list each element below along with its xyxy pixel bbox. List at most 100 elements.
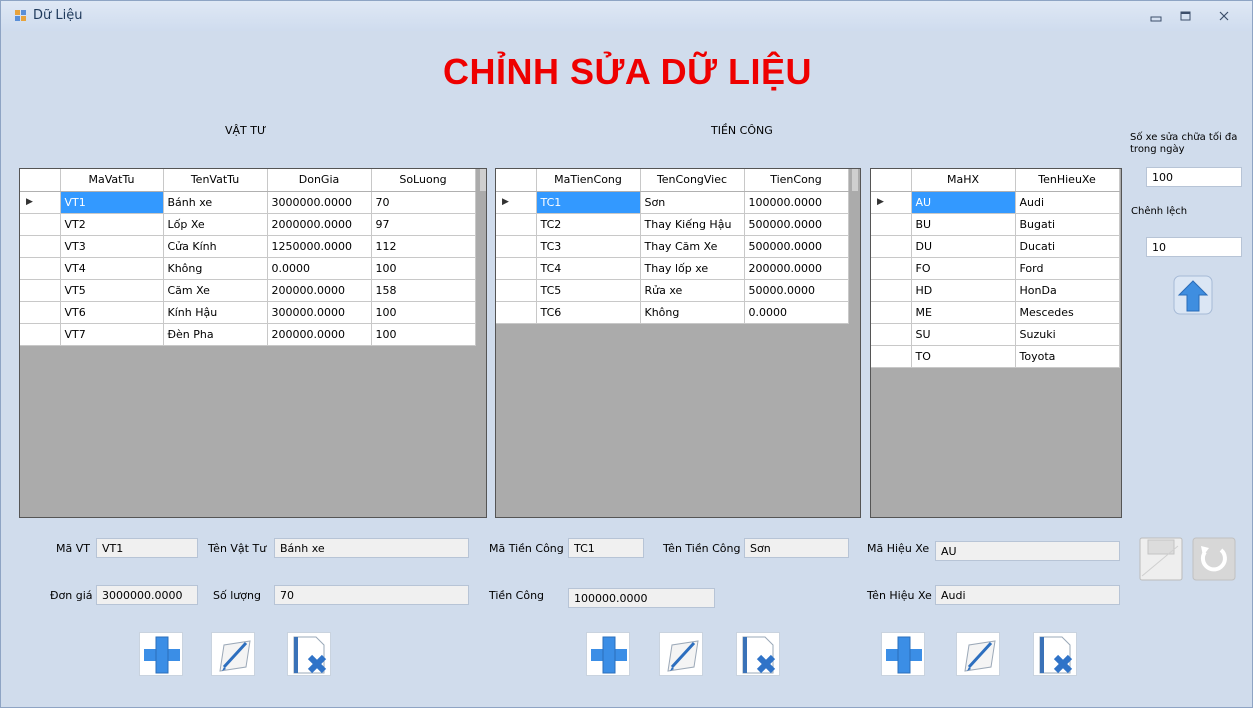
table-cell[interactable]: 0.0000 xyxy=(744,301,849,324)
column-header[interactable]: MaTienCong xyxy=(536,169,641,192)
row-header[interactable] xyxy=(496,301,537,324)
table-cell[interactable]: 200000.0000 xyxy=(267,323,372,346)
minimize-button[interactable] xyxy=(1145,6,1167,26)
table-cell[interactable]: Thay lốp xe xyxy=(640,257,745,280)
don-gia-field[interactable] xyxy=(96,585,198,605)
difference-field[interactable] xyxy=(1146,237,1242,257)
column-header[interactable]: TienCong xyxy=(744,169,849,192)
row-header[interactable]: ▶ xyxy=(20,191,61,214)
row-header[interactable] xyxy=(496,213,537,236)
tiencong-grid[interactable]: MaTienCong TenCongViec TienCong ▶ TC1 Sơn 1… xyxy=(495,168,861,518)
ten-vat-tu-field[interactable] xyxy=(274,538,469,558)
table-cell[interactable]: Ford xyxy=(1015,257,1120,280)
column-header[interactable]: MaHX xyxy=(911,169,1016,192)
row-header[interactable] xyxy=(496,235,537,258)
table-cell[interactable]: VT1 xyxy=(60,191,164,214)
table-cell[interactable]: Đèn Pha xyxy=(163,323,268,346)
table-cell[interactable]: VT5 xyxy=(60,279,164,302)
max-cars-field[interactable] xyxy=(1146,167,1242,187)
table-cell[interactable]: 3000000.0000 xyxy=(267,191,372,214)
table-cell[interactable]: Thay Căm Xe xyxy=(640,235,745,258)
vattu-edit-button[interactable] xyxy=(211,632,255,676)
row-header[interactable] xyxy=(496,279,537,302)
table-row[interactable]: VT7 Đèn Pha 200000.0000 100 xyxy=(20,323,476,346)
table-cell[interactable]: 50000.0000 xyxy=(744,279,849,302)
table-cell[interactable]: Rửa xe xyxy=(640,279,745,302)
table-row[interactable]: ▶ TC1 Sơn 100000.0000 xyxy=(496,191,849,214)
tiencong-add-button[interactable] xyxy=(586,632,630,676)
column-header[interactable]: SoLuong xyxy=(371,169,476,192)
table-row[interactable]: VT6 Kính Hậu 300000.0000 100 xyxy=(20,301,476,324)
column-header[interactable]: MaVatTu xyxy=(60,169,164,192)
row-header[interactable] xyxy=(871,345,912,368)
table-cell[interactable]: BU xyxy=(911,213,1016,236)
row-header[interactable] xyxy=(20,279,61,302)
table-row[interactable]: TC6 Không 0.0000 xyxy=(496,301,849,324)
table-cell[interactable]: 300000.0000 xyxy=(267,301,372,324)
row-header[interactable] xyxy=(871,257,912,280)
save-button[interactable] xyxy=(1138,536,1183,581)
table-row[interactable]: ▶ VT1 Bánh xe 3000000.0000 70 xyxy=(20,191,476,214)
table-cell[interactable]: TC2 xyxy=(536,213,641,236)
column-header[interactable]: TenHieuXe xyxy=(1015,169,1120,192)
table-row[interactable]: TC4 Thay lốp xe 200000.0000 xyxy=(496,257,849,280)
tiencong-delete-button[interactable] xyxy=(736,632,780,676)
table-cell[interactable]: Toyota xyxy=(1015,345,1120,368)
vattu-delete-button[interactable] xyxy=(287,632,331,676)
table-cell[interactable]: 100 xyxy=(371,257,476,280)
table-row[interactable]: VT2 Lốp Xe 2000000.0000 97 xyxy=(20,213,476,236)
table-cell[interactable]: 100 xyxy=(371,301,476,324)
row-header[interactable]: ▶ xyxy=(496,191,537,214)
table-cell[interactable]: 100000.0000 xyxy=(744,191,849,214)
table-cell[interactable]: VT3 xyxy=(60,235,164,258)
table-cell[interactable]: 200000.0000 xyxy=(744,257,849,280)
ma-hieu-xe-field[interactable] xyxy=(935,541,1120,561)
table-row[interactable]: FO Ford xyxy=(871,257,1120,280)
table-cell[interactable]: Thay Kiếng Hậu xyxy=(640,213,745,236)
table-cell[interactable]: Căm Xe xyxy=(163,279,268,302)
table-cell[interactable]: 112 xyxy=(371,235,476,258)
hieuxe-grid[interactable]: MaHX TenHieuXe ▶ AU Audi BU Bugati DU Ducati FO… xyxy=(870,168,1122,518)
table-cell[interactable]: 0.0000 xyxy=(267,257,372,280)
table-row[interactable]: TC2 Thay Kiếng Hậu 500000.0000 xyxy=(496,213,849,236)
table-cell[interactable]: Kính Hậu xyxy=(163,301,268,324)
table-cell[interactable]: VT2 xyxy=(60,213,164,236)
row-header[interactable] xyxy=(20,235,61,258)
ten-hieu-xe-field[interactable] xyxy=(935,585,1120,605)
table-cell[interactable]: Mescedes xyxy=(1015,301,1120,324)
row-header[interactable] xyxy=(871,235,912,258)
table-cell[interactable]: 1250000.0000 xyxy=(267,235,372,258)
table-row[interactable]: TC5 Rửa xe 50000.0000 xyxy=(496,279,849,302)
table-cell[interactable]: 200000.0000 xyxy=(267,279,372,302)
table-cell[interactable]: Cửa Kính xyxy=(163,235,268,258)
table-cell[interactable]: SU xyxy=(911,323,1016,346)
so-luong-field[interactable] xyxy=(274,585,469,605)
tien-cong-field[interactable] xyxy=(568,588,715,608)
table-cell[interactable]: Bugati xyxy=(1015,213,1120,236)
table-row[interactable]: HD HonDa xyxy=(871,279,1120,302)
table-cell[interactable]: HD xyxy=(911,279,1016,302)
table-cell[interactable]: 70 xyxy=(371,191,476,214)
row-header[interactable] xyxy=(871,213,912,236)
table-cell[interactable]: VT6 xyxy=(60,301,164,324)
table-cell[interactable]: Audi xyxy=(1015,191,1120,214)
table-cell[interactable]: 100 xyxy=(371,323,476,346)
table-row[interactable]: VT5 Căm Xe 200000.0000 158 xyxy=(20,279,476,302)
table-cell[interactable]: Ducati xyxy=(1015,235,1120,258)
table-cell[interactable]: TC4 xyxy=(536,257,641,280)
table-cell[interactable]: TC6 xyxy=(536,301,641,324)
row-header[interactable] xyxy=(20,323,61,346)
table-cell[interactable]: Bánh xe xyxy=(163,191,268,214)
column-header[interactable]: DonGia xyxy=(267,169,372,192)
ten-tien-cong-field[interactable] xyxy=(744,538,849,558)
table-row[interactable]: TC3 Thay Căm Xe 500000.0000 xyxy=(496,235,849,258)
table-cell[interactable]: 2000000.0000 xyxy=(267,213,372,236)
table-row[interactable]: VT4 Không 0.0000 100 xyxy=(20,257,476,280)
table-cell[interactable]: DU xyxy=(911,235,1016,258)
table-cell[interactable]: Không xyxy=(640,301,745,324)
tiencong-edit-button[interactable] xyxy=(659,632,703,676)
table-cell[interactable]: HonDa xyxy=(1015,279,1120,302)
vattu-grid[interactable]: MaVatTu TenVatTu DonGia SoLuong ▶ VT1 Bánh… xyxy=(19,168,487,518)
row-header[interactable]: ▶ xyxy=(871,191,912,214)
table-cell[interactable]: TC1 xyxy=(536,191,641,214)
